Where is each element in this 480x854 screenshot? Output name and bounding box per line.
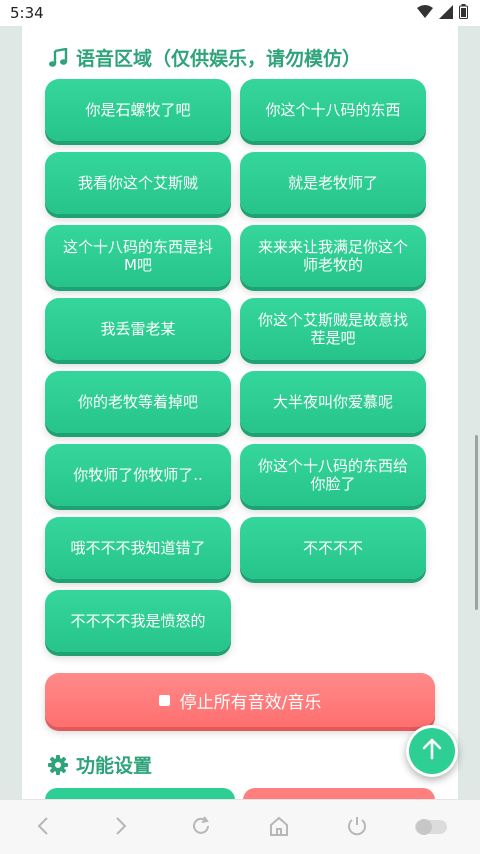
status-icons (417, 4, 468, 23)
scrollbar[interactable] (475, 435, 478, 610)
voice-button[interactable]: 我看你这个艾斯贼 (45, 152, 231, 214)
power-icon[interactable] (346, 815, 368, 841)
stop-all-label: 停止所有音效/音乐 (179, 692, 322, 713)
voice-button[interactable]: 哦不不不我知道错了 (45, 517, 231, 579)
voice-section-title: 语音区域（仅供娱乐，请勿模仿） (76, 48, 362, 70)
voice-button[interactable]: 来来来让我满足你这个师老牧的 (240, 225, 426, 287)
voice-button[interactable]: 就是老牧师了 (240, 152, 426, 214)
settings-section-header: 功能设置 (48, 751, 152, 778)
music-note-icon (48, 47, 68, 68)
wifi-icon (417, 4, 433, 23)
voice-button[interactable]: 你牧师了你牧师了.. (45, 444, 231, 506)
toggle-switch-icon[interactable] (414, 817, 448, 841)
home-icon[interactable] (268, 815, 290, 841)
back-icon[interactable] (35, 815, 51, 841)
battery-icon (459, 4, 468, 23)
content-card: 语音区域（仅供娱乐，请勿模仿） 你是石螺牧了吧 你这个十八码的东西 我看你这个艾… (22, 26, 458, 799)
signal-icon (439, 4, 453, 23)
forward-icon[interactable] (113, 815, 129, 841)
voice-button[interactable]: 不不不不我是愤怒的 (45, 590, 231, 652)
arrow-up-icon (421, 738, 443, 764)
voice-button[interactable]: 不不不不 (240, 517, 426, 579)
voice-button[interactable]: 大半夜叫你爱慕呢 (240, 371, 426, 433)
status-time: 5:34 (10, 4, 44, 22)
voice-button[interactable]: 你这个十八码的东西 (240, 79, 426, 141)
settings-button-left[interactable] (45, 788, 235, 799)
stop-icon (158, 694, 170, 706)
voice-button[interactable]: 我丢雷老某 (45, 298, 231, 360)
settings-section-title: 功能设置 (76, 755, 153, 777)
stop-all-button[interactable]: 停止所有音效/音乐 (45, 673, 435, 727)
voice-button[interactable]: 你是石螺牧了吧 (45, 79, 231, 141)
browser-nav-bar (0, 799, 480, 854)
gear-icon (48, 754, 68, 775)
status-bar: 5:34 (0, 0, 480, 26)
voice-button[interactable]: 你这个十八码的东西给你脸了 (240, 444, 426, 506)
voice-section-header: 语音区域（仅供娱乐，请勿模仿） (48, 44, 361, 71)
voice-button[interactable]: 这个十八码的东西是抖M吧 (45, 225, 231, 287)
scroll-to-top-button[interactable] (406, 725, 458, 777)
voice-button[interactable]: 你的老牧等着掉吧 (45, 371, 231, 433)
refresh-icon[interactable] (190, 815, 212, 841)
voice-button[interactable]: 你这个艾斯贼是故意找茬是吧 (240, 298, 426, 360)
settings-button-right[interactable] (243, 788, 435, 799)
